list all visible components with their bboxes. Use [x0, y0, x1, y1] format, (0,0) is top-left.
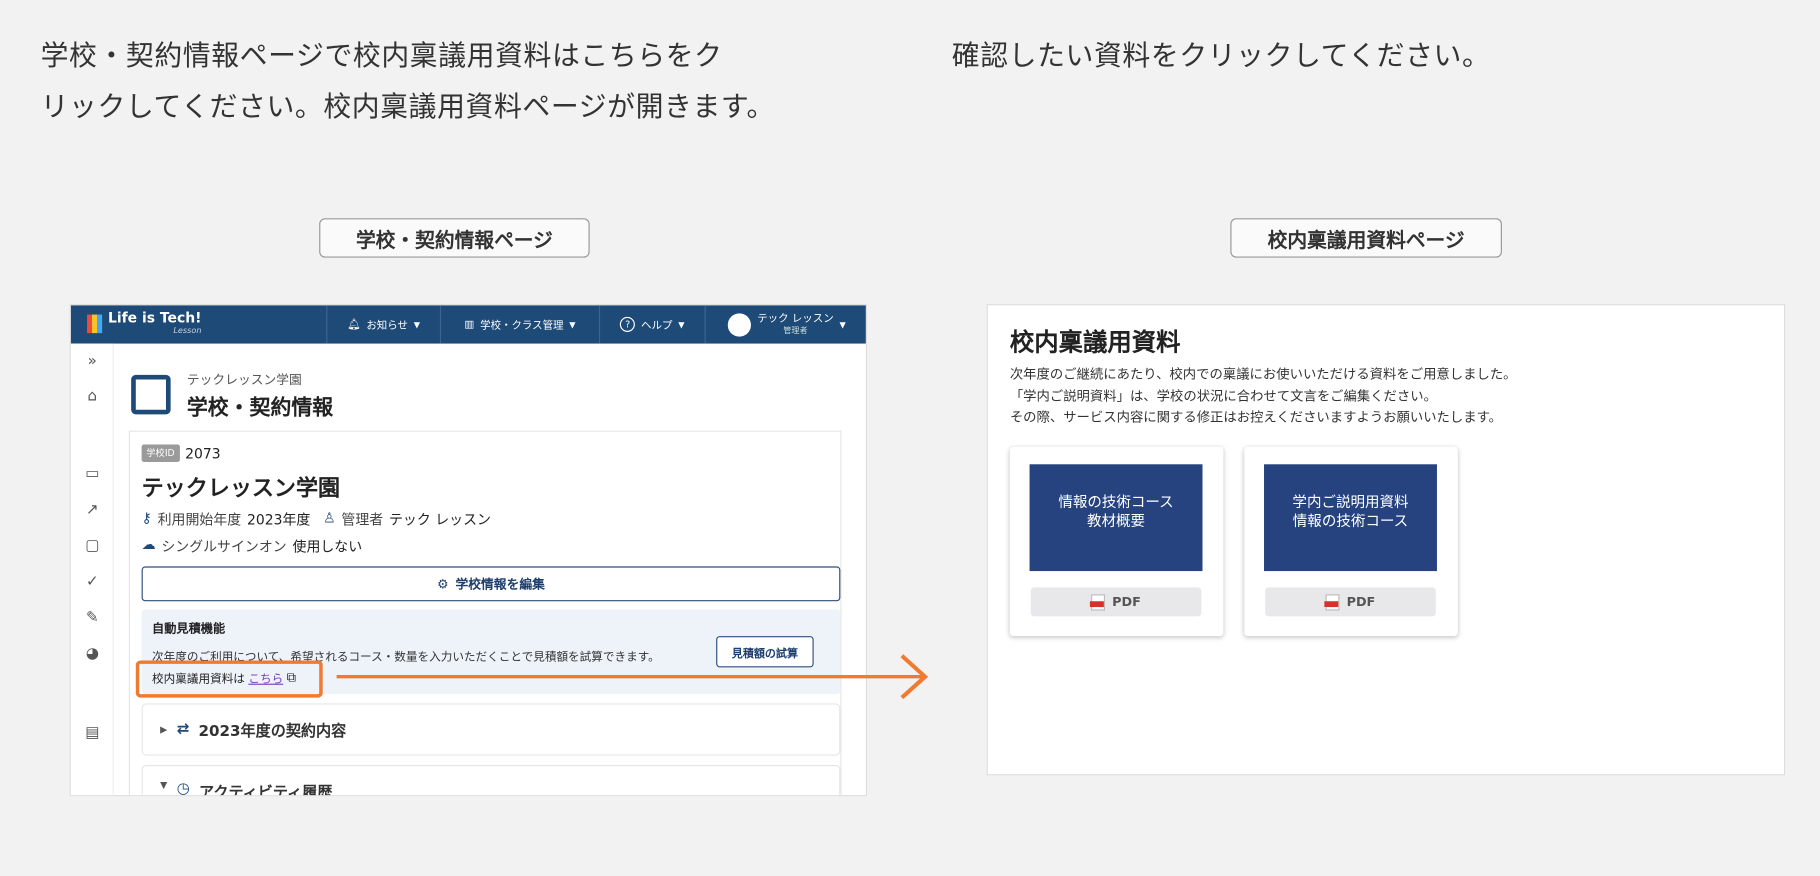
- clock-icon: ◷: [176, 779, 190, 797]
- expand-sidebar-icon[interactable]: »: [71, 353, 114, 370]
- materials-title: 校内稟議用資料: [1009, 328, 1181, 357]
- school-building-icon: [131, 374, 171, 415]
- user-role: 管理者: [783, 325, 808, 335]
- header-subtitle: テックレッスン学園: [186, 372, 302, 388]
- material-card[interactable]: 学内ご説明用資料 情報の技術コース PDF: [1244, 446, 1458, 637]
- edit-school-info-button[interactable]: ⚙ 学校情報を編集: [141, 566, 841, 602]
- caret-down-icon: ▼: [160, 779, 168, 791]
- button-label: PDF: [1112, 594, 1141, 610]
- left-page-label: 学校・契約情報ページ: [319, 218, 590, 258]
- nav-label: ヘルプ: [641, 320, 673, 332]
- logo: Life is Tech! Lesson: [87, 309, 202, 336]
- calendar-icon[interactable]: ▭: [71, 465, 114, 482]
- material-thumbnail[interactable]: 学内ご説明用資料 情報の技術コース: [1264, 464, 1437, 572]
- sso-value: 使用しない: [292, 538, 363, 555]
- caret-down-icon: ▼: [413, 319, 420, 330]
- home-icon[interactable]: ⌂: [71, 388, 114, 405]
- bell-icon: 🔔︎: [347, 318, 361, 331]
- top-navbar: Life is Tech! Lesson 🔔︎ お知らせ ▼ ▥ 学校・クラス管理 ▼ …: [70, 305, 866, 344]
- accordion-label: 2023年度の契約内容: [198, 723, 347, 741]
- pen-icon[interactable]: ✎: [71, 609, 114, 626]
- accordion-contract[interactable]: ▶ ⇄ 2023年度の契約内容: [141, 703, 841, 756]
- avatar-icon: [728, 312, 752, 337]
- pdf-icon: [1324, 593, 1340, 610]
- school-id-badge: 学校ID: [141, 444, 180, 462]
- logo-sub: Lesson: [173, 326, 202, 336]
- highlight-box: [135, 660, 323, 698]
- materials-page-screenshot: 校内稟議用資料 次年度のご継続にあたり、校内での稟議にお使いいただける資料をご用…: [986, 304, 1786, 776]
- building-icon: ▥: [464, 318, 475, 331]
- start-year-value: 2023年度: [247, 511, 311, 529]
- material-thumbnail[interactable]: 情報の技術コース 教材概要: [1029, 464, 1203, 572]
- pdf-button[interactable]: PDF: [1030, 587, 1202, 617]
- caret-down-icon: ▼: [569, 319, 576, 330]
- admin-value: テック レッスン: [389, 511, 491, 529]
- key-icon: ⚷: [141, 509, 152, 526]
- trend-icon[interactable]: ↗: [71, 501, 114, 518]
- accordion-activity[interactable]: ▼ ◷ アクティビティ履歴: [141, 764, 841, 797]
- start-year-label: 利用開始年度: [157, 511, 242, 529]
- arrow-icon: [336, 654, 929, 700]
- help-icon: ?: [620, 316, 636, 332]
- school-name: テックレッスン学園: [141, 475, 341, 502]
- nav-notices[interactable]: 🔔︎ お知らせ ▼: [326, 305, 440, 344]
- accordion-label: アクティビティ履歴: [199, 784, 333, 797]
- nav-help[interactable]: ? ヘルプ ▼: [598, 305, 705, 344]
- palette-icon[interactable]: ◕: [71, 645, 114, 662]
- caret-right-icon: ▶: [160, 724, 168, 735]
- description-line: 「学内ご説明資料」は、学校の状況に合わせて文言をご編集ください。: [1009, 387, 1437, 404]
- page-title: 学校・契約情報: [186, 395, 334, 421]
- instruction-right: 確認したい資料をクリックしてください。: [951, 39, 1491, 72]
- button-label: PDF: [1346, 594, 1376, 610]
- person-icon: ♙: [323, 509, 336, 526]
- description-line: 次年度のご継続にあたり、校内での稟議にお使いいただける資料をご用意しました。: [1009, 365, 1517, 382]
- instruction-line: 学校・契約情報ページで校内稟議用資料はこちらをク: [40, 39, 723, 72]
- button-label: 学校情報を編集: [455, 576, 545, 592]
- admin-label: 管理者: [341, 511, 384, 529]
- description-line: その際、サービス内容に関する修正はお控えくださいますようお願いいたします。: [1009, 408, 1502, 425]
- estimate-title: 自動見積機能: [152, 622, 226, 637]
- exchange-icon: ⇄: [176, 720, 190, 739]
- user-name: テック レッスン: [757, 312, 834, 325]
- logo-mark-icon: [87, 313, 103, 333]
- instruction-line: リックしてください。校内稟議用資料ページが開きます。: [40, 90, 775, 124]
- material-card[interactable]: 情報の技術コース 教材概要 PDF: [1009, 446, 1224, 637]
- caret-down-icon: ▼: [839, 319, 846, 330]
- cloud-icon: ☁: [141, 536, 156, 553]
- gear-icon: ⚙: [437, 576, 449, 592]
- check-circle-icon[interactable]: ✓: [71, 573, 114, 590]
- materials-description: 次年度のご継続にあたり、校内での稟議にお使いいただける資料をご用意しました。 「…: [1010, 363, 1517, 427]
- school-contract-page-screenshot: Life is Tech! Lesson 🔔︎ お知らせ ▼ ▥ 学校・クラス管理 ▼ …: [69, 304, 868, 797]
- caret-down-icon: ▼: [678, 319, 685, 330]
- school-info-card: 学校ID 2073 テックレッスン学園 ⚷ 利用開始年度 2023年度 ♙ 管理者 テッ…: [128, 430, 842, 797]
- sso-label: シングルサインオン: [161, 538, 287, 555]
- instruction-left: 学校・契約情報ページで校内稟議用資料はこちらをク リックしてください。校内稟議用…: [41, 30, 775, 132]
- nav-label: 学校・クラス管理: [480, 320, 564, 332]
- chart-icon[interactable]: ▤: [71, 724, 114, 741]
- nav-school-class[interactable]: ▥ 学校・クラス管理 ▼: [439, 305, 599, 344]
- sidebar: » ⌂ ▭ ↗ ▢ ✓ ✎ ◕ ▤: [70, 343, 114, 796]
- logo-text: Life is Tech!: [107, 309, 202, 327]
- presentation-icon[interactable]: ▢: [71, 537, 114, 554]
- right-page-label: 校内稟議用資料ページ: [1230, 218, 1502, 258]
- nav-label: お知らせ: [366, 320, 408, 332]
- nav-user-menu[interactable]: テック レッスン 管理者 ▼: [704, 305, 866, 344]
- pdf-button[interactable]: PDF: [1265, 587, 1436, 617]
- pdf-icon: [1090, 593, 1106, 610]
- school-id: 2073: [185, 445, 221, 462]
